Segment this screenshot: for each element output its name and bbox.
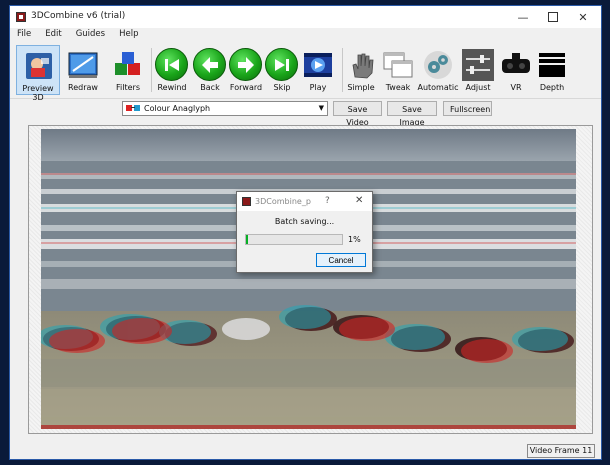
- menu-bar: File Edit Guides Help: [10, 28, 601, 42]
- minimize-icon: —: [517, 10, 529, 24]
- save-image-button[interactable]: Save Image: [387, 101, 437, 127]
- progress-bar-fill: [246, 235, 248, 244]
- dialog-title: 3DCombine_p: [255, 197, 311, 206]
- preview-3d-button[interactable]: Preview 3D: [16, 45, 60, 102]
- skip-icon: [265, 48, 298, 81]
- vr-headset-icon: [500, 49, 532, 81]
- status-bar: Video Frame 11: [10, 442, 601, 460]
- batch-saving-dialog: 3DCombine_p ? ✕ Batch saving... 1% Cance…: [236, 191, 373, 273]
- arrow-left-icon: [193, 48, 226, 81]
- dialog-message: Batch saving...: [274, 217, 335, 226]
- redraw-icon: [67, 49, 99, 81]
- preview-3d-icon: [23, 50, 55, 82]
- play-label: Play: [309, 83, 327, 92]
- arrow-right-icon: [229, 48, 262, 81]
- preview-area: [28, 125, 593, 434]
- depth-label: Depth: [539, 83, 565, 92]
- depth-button[interactable]: Depth: [530, 45, 574, 95]
- depth-icon: [536, 49, 568, 81]
- chevron-down-icon: ▼: [318, 104, 324, 112]
- tweak-button[interactable]: Tweak: [376, 45, 420, 95]
- toolbar: Preview 3D Redraw Filters Rewind Back Fo…: [10, 42, 601, 102]
- maximize-icon: [548, 12, 558, 22]
- save-video-button[interactable]: Save Video: [333, 101, 382, 127]
- fullscreen-button[interactable]: Fullscreen: [443, 101, 492, 116]
- close-icon[interactable]: ✕: [355, 195, 363, 206]
- rewind-icon: [155, 48, 188, 81]
- automatic-button[interactable]: Automatic: [416, 45, 460, 95]
- video-frame-status: Video Frame 11: [527, 444, 595, 458]
- tweak-label: Tweak: [385, 83, 411, 92]
- video-frame-image: [41, 129, 576, 429]
- hand-pointer-icon: [345, 49, 377, 81]
- close-button[interactable]: ✕: [568, 8, 598, 26]
- automatic-label: Automatic: [417, 83, 459, 92]
- windows-stack-icon: [382, 49, 414, 81]
- mode-select[interactable]: Colour Anaglyph ▼: [122, 101, 328, 116]
- dialog-title-bar: 3DCombine_p ? ✕: [237, 192, 372, 211]
- minimize-button[interactable]: —: [508, 8, 538, 26]
- anaglyph-glasses-icon: [126, 104, 140, 113]
- filters-button[interactable]: Filters: [106, 45, 150, 95]
- cancel-button[interactable]: Cancel: [316, 253, 366, 267]
- redraw-label: Redraw: [68, 83, 98, 92]
- filters-label: Filters: [116, 83, 140, 92]
- filters-icon: [112, 49, 144, 81]
- sliders-icon: [462, 49, 494, 81]
- title-bar: 3DCombine v6 (trial) — ✕: [10, 6, 601, 28]
- menu-file[interactable]: File: [10, 28, 38, 42]
- close-icon: ✕: [578, 10, 588, 24]
- play-icon: [302, 49, 334, 81]
- menu-edit[interactable]: Edit: [38, 28, 68, 42]
- window-title: 3DCombine v6 (trial): [31, 11, 126, 21]
- maximize-button[interactable]: [538, 8, 568, 26]
- help-icon[interactable]: ?: [325, 196, 330, 206]
- app-icon: [16, 12, 26, 22]
- dialog-app-icon: [242, 197, 251, 206]
- progress-percent: 1%: [348, 235, 361, 244]
- menu-help[interactable]: Help: [112, 28, 145, 42]
- control-row: Colour Anaglyph ▼ Save Video Save Image …: [10, 99, 601, 127]
- play-button[interactable]: Play: [296, 45, 340, 95]
- redraw-button[interactable]: Redraw: [61, 45, 105, 95]
- mode-select-value: Colour Anaglyph: [144, 104, 211, 113]
- gears-icon: [422, 49, 454, 81]
- menu-guides[interactable]: Guides: [69, 28, 112, 42]
- progress-bar: [245, 234, 343, 245]
